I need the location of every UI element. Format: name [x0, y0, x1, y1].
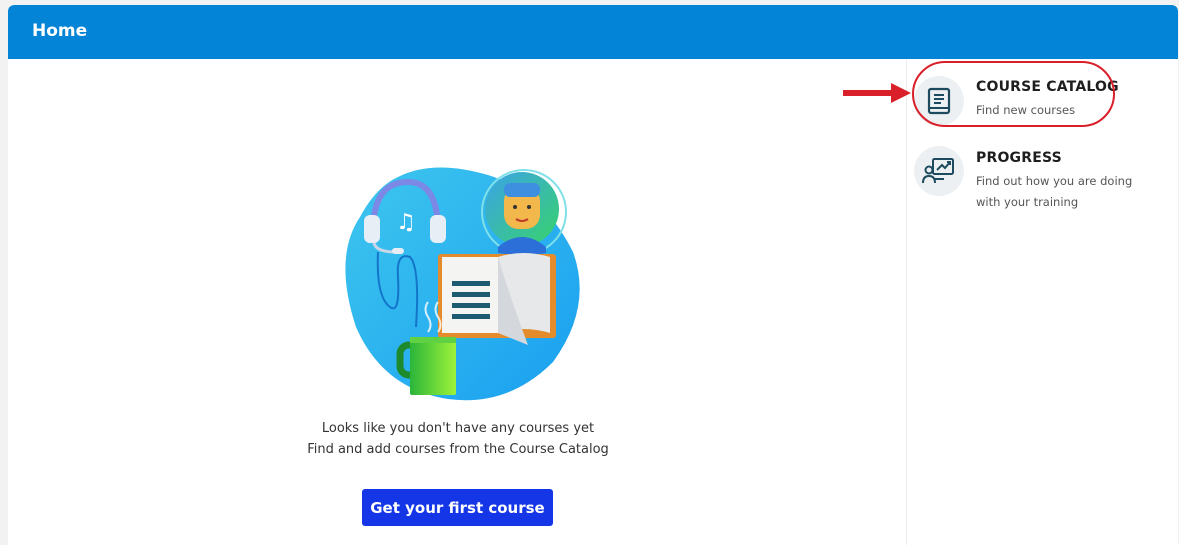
page-header: Home — [8, 5, 1178, 59]
arrow-right-icon — [843, 83, 911, 103]
svg-text:♫: ♫ — [396, 210, 416, 235]
empty-state-illustration: ♫ — [345, 167, 580, 401]
page-title: Home — [32, 21, 88, 41]
empty-state-message: Looks like you don't have any courses ye… — [321, 421, 595, 436]
sidebar-divider — [906, 59, 907, 545]
progress-chart-icon — [914, 146, 964, 196]
get-first-course-button[interactable]: Get your first course — [362, 489, 553, 526]
sidebar-item-progress[interactable]: PROGRESS Find out how you are doing with… — [914, 146, 1154, 216]
sidebar-item-description: Find out how you are doing with your tra… — [976, 174, 1133, 209]
sidebar-item-title: PROGRESS — [976, 150, 1062, 166]
empty-state-hint: Find and add courses from the Course Cat… — [307, 442, 609, 457]
highlight-oval — [912, 61, 1115, 127]
